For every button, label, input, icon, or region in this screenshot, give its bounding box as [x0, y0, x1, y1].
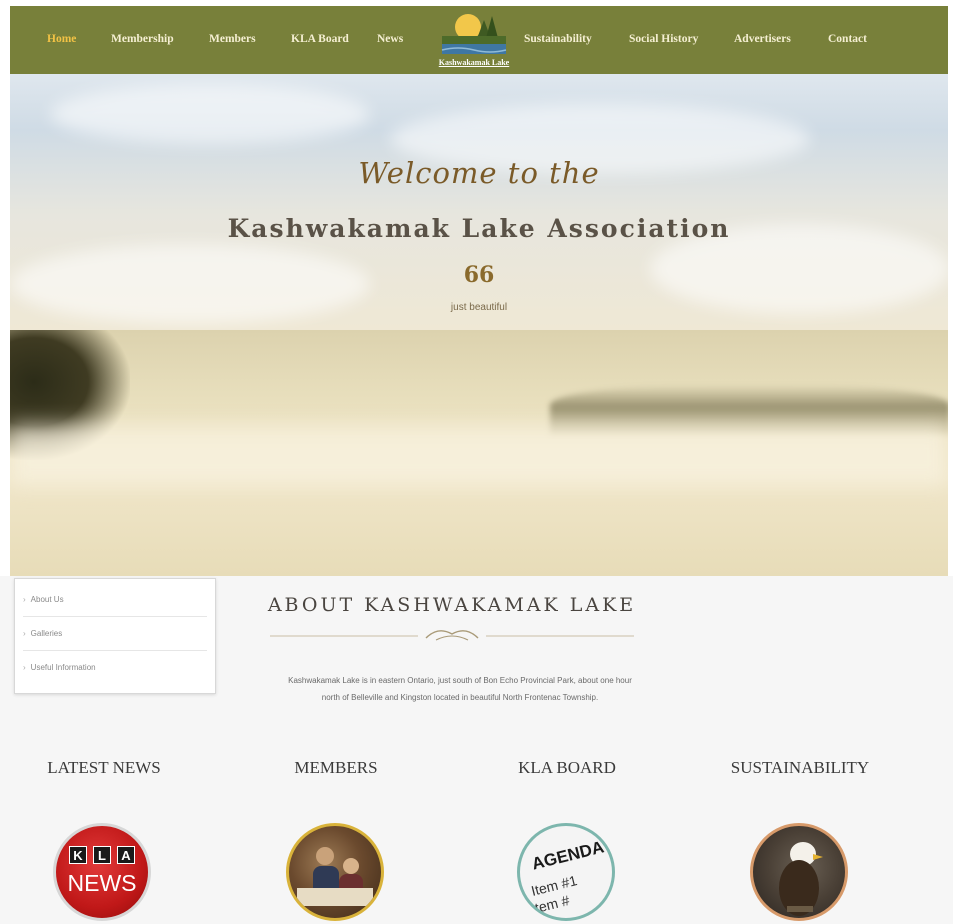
about-line-2: north of Belleville and Kingston located… — [321, 693, 599, 702]
cloud-shape — [50, 84, 370, 144]
about-description: Kashwakamak Lake is in eastern Ontario, … — [200, 672, 720, 706]
chevron-right-icon: › — [23, 595, 26, 604]
kla-letters: K L A — [69, 846, 135, 864]
news-word: NEWS — [67, 870, 137, 896]
sidebar-item-label: Useful Information — [30, 663, 96, 672]
lake-mist-photo — [10, 330, 948, 576]
kla-letter: L — [93, 846, 111, 864]
about-line-1: Kashwakamak Lake is in eastern Ontario, … — [288, 676, 632, 685]
logo-text: Kashwakamak Lake — [438, 58, 510, 67]
ornament-divider-icon — [270, 630, 634, 641]
nav-members[interactable]: Members — [209, 28, 256, 50]
kla-letter: K — [69, 846, 87, 864]
hero-tagline: just beautiful — [450, 302, 508, 313]
nav-social-history[interactable]: Social History — [629, 28, 698, 50]
nav-advertisers[interactable]: Advertisers — [734, 28, 791, 50]
fog-band-shape — [10, 425, 948, 485]
feature-title-members[interactable]: MEMBERS — [246, 758, 426, 778]
quote-icon: 66 — [463, 262, 495, 288]
nav-membership[interactable]: Membership — [111, 28, 174, 50]
feature-title-kla-board[interactable]: KLA BOARD — [477, 758, 657, 778]
nav-kla-board[interactable]: KLA Board — [291, 28, 349, 50]
sidebar-item-galleries[interactable]: › Galleries — [23, 617, 207, 651]
chevron-right-icon: › — [23, 629, 26, 638]
agenda-photo-icon[interactable]: AGENDA Item #1 Item # — [517, 823, 615, 921]
sidebar-item-label: Galleries — [30, 629, 63, 638]
sidebar-item-label: About Us — [30, 595, 64, 604]
nav-sustainability[interactable]: Sustainability — [524, 28, 592, 50]
nav-home[interactable]: Home — [47, 28, 76, 50]
site-logo[interactable]: Kashwakamak Lake — [434, 10, 514, 72]
logo-sun-trees-icon — [441, 14, 507, 54]
kla-letter: A — [117, 846, 135, 864]
kla-news-logo-icon[interactable]: K L A NEWS — [53, 823, 151, 921]
nav-news[interactable]: News — [377, 28, 403, 50]
people-silhouette-icon — [297, 847, 373, 906]
nav-contact[interactable]: Contact — [828, 28, 867, 50]
about-title: ABOUT KASHWAKAMAK LAKE — [267, 594, 637, 616]
feature-title-sustainability[interactable]: SUSTAINABILITY — [710, 758, 890, 778]
sidebar-menu: › About Us › Galleries › Useful Information — [14, 578, 216, 694]
sidebar-item-about-us[interactable]: › About Us — [23, 583, 207, 617]
hero-title: Kashwakamak Lake Association — [227, 214, 731, 243]
hero-banner: Welcome to the Kashwakamak Lake Associat… — [10, 74, 948, 330]
hero-welcome-text: Welcome to the — [358, 156, 600, 190]
chevron-right-icon: › — [23, 663, 26, 672]
sidebar-item-useful-information[interactable]: › Useful Information — [23, 651, 207, 684]
feature-title-latest-news[interactable]: LATEST NEWS — [14, 758, 194, 778]
main-nav: Home Membership Members KLA Board News K… — [10, 6, 948, 75]
eagle-photo-icon[interactable] — [750, 823, 848, 921]
members-photo-icon[interactable] — [286, 823, 384, 921]
eagle-icon — [779, 842, 823, 916]
